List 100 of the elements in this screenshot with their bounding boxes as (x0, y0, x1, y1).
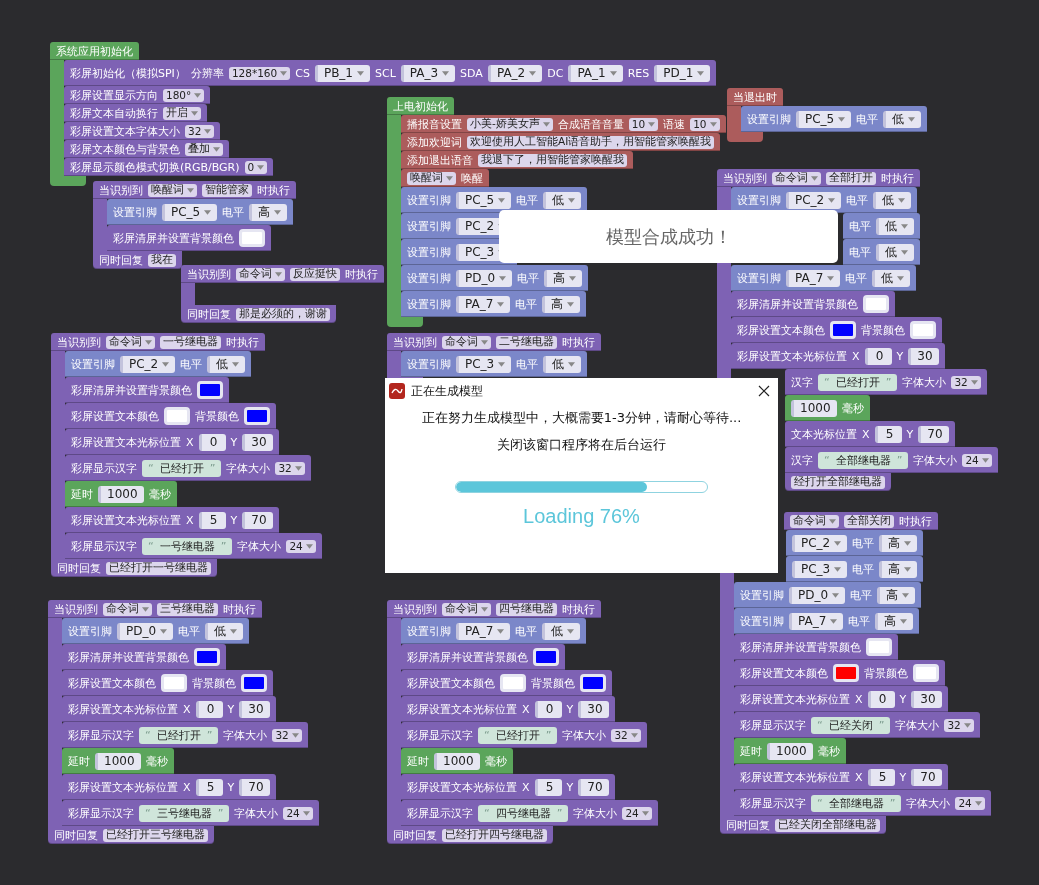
statement-block[interactable]: 延时 1000 毫秒 (62, 748, 174, 774)
dropdown-field[interactable]: 高 (249, 203, 288, 221)
dropdown-field[interactable]: 低 (205, 622, 244, 640)
color-swatch[interactable] (500, 674, 526, 692)
statement-block[interactable]: 彩屏设置文本颜色 背景颜色 (731, 317, 942, 343)
dropdown-field[interactable]: 高 (542, 295, 581, 313)
number-field[interactable]: 5 (195, 778, 223, 796)
reply-block[interactable]: 同时回复 已经打开三号继电器 (48, 826, 214, 844)
dropdown-field[interactable]: 低 (543, 191, 582, 209)
dropdown-field[interactable]: 10 (690, 117, 720, 131)
dropdown-field[interactable]: PC_3 (456, 355, 512, 373)
text-field[interactable]: 反应挺快 (290, 267, 340, 281)
number-field[interactable]: 1000 (434, 752, 480, 770)
statement-block[interactable]: 彩屏设置文本光标位置 X 5 Y 70 (401, 774, 615, 800)
dropdown-field[interactable]: PA_2 (487, 64, 543, 82)
close-icon[interactable] (758, 385, 770, 397)
statement-block[interactable]: 汉字 “ 已经打开 ” 字体大小 32 (785, 369, 987, 395)
text-field[interactable]: “ 一号继电器 ” (142, 537, 233, 555)
dropdown-field[interactable]: 32 (944, 718, 974, 732)
number-field[interactable]: 1000 (767, 742, 813, 760)
color-swatch[interactable] (194, 648, 220, 666)
statement-block[interactable]: 设置引脚 PC_5 电平 低 (401, 187, 588, 213)
statement-block[interactable]: 设置引脚 PC_5 电平 低 (741, 106, 928, 132)
color-swatch[interactable] (164, 407, 190, 425)
statement-block[interactable]: 唤醒词 唤醒 (401, 169, 489, 187)
number-field[interactable]: 5 (874, 425, 902, 443)
number-field[interactable]: 70 (918, 425, 949, 443)
color-swatch[interactable] (830, 321, 856, 339)
statement-block[interactable]: 彩屏设置文本光标位置 X 0 Y 30 (731, 343, 945, 369)
dropdown-field[interactable]: PA_3 (400, 64, 456, 82)
text-field[interactable]: 已经打开四号继电器 (442, 828, 547, 842)
statement-block[interactable]: 设置引脚 PC_5 电平 高 (107, 199, 294, 225)
statement-block[interactable]: 延时 1000 毫秒 (65, 481, 177, 507)
dropdown-field[interactable]: 32 (272, 728, 302, 742)
text-field[interactable]: 已经打开一号继电器 (106, 561, 211, 575)
dropdown-field[interactable]: 128*160 (228, 66, 291, 80)
dropdown-field[interactable]: 命令词 (772, 171, 821, 185)
statement-block[interactable]: 彩屏文本自动换行 开启 (64, 104, 207, 122)
reply-block[interactable]: 同时回复 已经关闭全部继电器 (720, 816, 886, 834)
number-field[interactable]: 5 (198, 511, 226, 529)
statement-block[interactable]: 1000 毫秒 (785, 395, 870, 421)
dropdown-field[interactable]: 24 (283, 806, 313, 820)
dropdown-field[interactable]: 高 (879, 560, 918, 578)
color-swatch[interactable] (197, 381, 223, 399)
number-field[interactable]: 70 (578, 778, 609, 796)
statement-block[interactable]: 彩屏设置文本光标位置 X 5 Y 70 (62, 774, 276, 800)
event-block[interactable]: 当识别到 唤醒词 智能管家 时执行 (93, 181, 296, 199)
statement-block[interactable]: 汉字 “ 全部继电器 ” 字体大小 24 (785, 447, 998, 473)
statement-block[interactable]: 彩屏设置文本光标位置 X 0 Y 30 (734, 686, 948, 712)
dropdown-field[interactable]: 开启 (163, 106, 201, 120)
statement-block[interactable]: 设置引脚 PD_0 电平 高 (401, 265, 589, 291)
statement-block[interactable]: 彩屏设置文本光标位置 X 0 Y 30 (65, 429, 279, 455)
dropdown-field[interactable]: 0 (244, 160, 268, 174)
dropdown-field[interactable]: 命令词 (106, 335, 155, 349)
dropdown-field[interactable]: 32 (951, 375, 981, 389)
color-swatch[interactable] (533, 648, 559, 666)
dropdown-field[interactable]: PD_0 (789, 586, 846, 604)
dropdown-field[interactable]: PC_5 (796, 110, 852, 128)
number-field[interactable]: 70 (242, 511, 273, 529)
event-block[interactable]: 当退出时 (727, 88, 783, 106)
statement-block[interactable]: PC_3 电平 高 (786, 556, 924, 582)
number-field[interactable]: 30 (239, 700, 270, 718)
event-block[interactable]: 当识别到 命令词 一号继电器 时执行 (51, 333, 265, 351)
dropdown-field[interactable]: PC_5 (456, 191, 512, 209)
dropdown-field[interactable]: PD_0 (117, 622, 174, 640)
statement-block[interactable]: 彩屏显示汉字 “ 已经打开 ” 字体大小 32 (62, 722, 308, 748)
statement-block[interactable]: 彩屏显示汉字 “ 三号继电器 ” 字体大小 24 (62, 800, 319, 826)
statement-block[interactable]: 彩屏显示汉字 “ 已经打开 ” 字体大小 32 (401, 722, 647, 748)
text-field[interactable]: “ 已经打开 ” (478, 726, 558, 744)
statement-block[interactable]: 设置引脚 PA_7 电平 高 (734, 608, 920, 634)
statement-block[interactable]: 彩屏设置文本字体大小 32 (64, 122, 221, 140)
event-block[interactable]: 当识别到 命令词 四号继电器 时执行 (387, 600, 601, 618)
number-field[interactable]: 1000 (98, 485, 144, 503)
number-field[interactable]: 70 (911, 768, 942, 786)
event-block[interactable]: 当识别到 命令词 全部打开 时执行 (717, 169, 920, 187)
statement-block[interactable]: 延时 1000 毫秒 (734, 738, 846, 764)
text-field[interactable]: “ 四号继电器 ” (478, 804, 569, 822)
statement-block[interactable]: 添加欢迎词 欢迎使用人工智能AI语音助手，用智能管家唤醒我 (401, 133, 721, 151)
statement-block[interactable]: 彩屏设置文本颜色 背景颜色 (62, 670, 273, 696)
dropdown-field[interactable]: 叠加 (185, 142, 223, 156)
number-field[interactable]: 70 (239, 778, 270, 796)
reply-block[interactable]: 经打开全部继电器 (785, 473, 891, 491)
number-field[interactable]: 5 (867, 768, 895, 786)
text-field[interactable]: “ 已经打开 ” (139, 726, 219, 744)
statement-block[interactable]: 设置引脚 PC_2 电平 低 (731, 187, 918, 213)
dropdown-field[interactable]: 命令词 (103, 602, 152, 616)
number-field[interactable]: 30 (242, 433, 273, 451)
event-block[interactable]: 当识别到 命令词 二号继电器 时执行 (387, 333, 601, 351)
statement-block[interactable]: 彩屏设置显示方向 180° (64, 86, 211, 104)
text-field[interactable]: “ 已经打开 ” (818, 373, 898, 391)
text-field[interactable]: 欢迎使用人工智能AI语音助手，用智能管家唤醒我 (467, 135, 715, 149)
text-field[interactable]: “ 已经关闭 ” (811, 716, 891, 734)
color-swatch[interactable] (239, 229, 265, 247)
dropdown-field[interactable]: 低 (873, 191, 912, 209)
statement-block[interactable]: 彩屏显示汉字 “ 已经打开 ” 字体大小 32 (65, 455, 311, 481)
statement-block[interactable]: 设置引脚 PC_2 电平 低 (65, 351, 252, 377)
statement-block[interactable]: 彩屏设置文本光标位置 X 5 Y 70 (734, 764, 948, 790)
statement-block[interactable]: 彩屏清屏并设置背景颜色 (731, 291, 895, 317)
statement-block[interactable]: 彩屏清屏并设置背景颜色 (62, 644, 226, 670)
dropdown-field[interactable]: PC_5 (162, 203, 218, 221)
